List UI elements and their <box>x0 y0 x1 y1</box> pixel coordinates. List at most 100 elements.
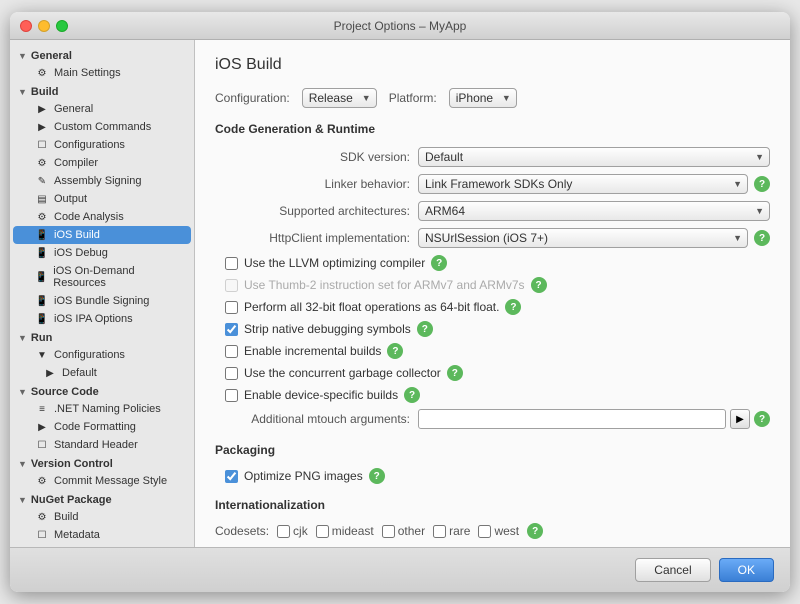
output-icon: ▤ <box>35 194 49 205</box>
code-gen-section-header: Code Generation & Runtime <box>215 122 770 139</box>
window-title: Project Options – MyApp <box>334 19 467 33</box>
sidebar-item-code-formatting[interactable]: ▶ Code Formatting <box>13 418 191 436</box>
checkbox-icon: ☐ <box>35 440 49 451</box>
float-checkbox[interactable] <box>225 301 238 314</box>
thumb-checkbox[interactable] <box>225 279 238 292</box>
mtouch-text-input[interactable] <box>418 409 726 429</box>
sidebar-item-custom-commands[interactable]: ▶ Custom Commands <box>13 118 191 136</box>
sidebar-group-nuget[interactable]: ▼ NuGet Package <box>10 490 194 508</box>
config-select[interactable]: Release <box>302 88 377 108</box>
mtouch-help-icon[interactable]: ? <box>754 411 770 427</box>
sidebar-item-nuget-metadata[interactable]: ☐ Metadata <box>13 526 191 544</box>
sidebar-item-standard-header[interactable]: ☐ Standard Header <box>13 436 191 454</box>
sidebar-group-run-label: Run <box>31 332 52 344</box>
sidebar-item-nuget-build[interactable]: ⚙ Build <box>13 508 191 526</box>
maximize-button[interactable] <box>56 20 68 32</box>
http-dropdown: NSUrlSession (iOS 7+) ▼ <box>418 228 748 248</box>
sidebar-item-assembly-signing[interactable]: ✎ Assembly Signing <box>13 172 191 190</box>
sidebar-group-general[interactable]: ▼ General <box>10 46 194 64</box>
sidebar-item-ios-ondemand[interactable]: 📱 iOS On-Demand Resources <box>13 262 191 292</box>
mtouch-play-button[interactable]: ▶ <box>730 409 750 429</box>
sidebar-item-ios-ipa[interactable]: 📱 iOS IPA Options <box>13 310 191 328</box>
png-help-icon[interactable]: ? <box>369 468 385 484</box>
mideast-checkbox[interactable] <box>316 525 329 538</box>
mtouch-input-wrap: ▶ ? <box>418 409 770 429</box>
llvm-help-icon[interactable]: ? <box>431 255 447 271</box>
png-checkbox[interactable] <box>225 470 238 483</box>
linker-select[interactable]: Link Framework SDKs Only <box>418 174 748 194</box>
gc-label: Use the concurrent garbage collector <box>244 366 441 380</box>
sidebar-group-source-code[interactable]: ▼ Source Code <box>10 382 194 400</box>
sidebar-group-version-control-label: Version Control <box>31 458 113 470</box>
sidebar-item-build-general[interactable]: ▶ General <box>13 100 191 118</box>
llvm-checkbox[interactable] <box>225 257 238 270</box>
strip-help-icon[interactable]: ? <box>417 321 433 337</box>
strip-checkbox[interactable] <box>225 323 238 336</box>
arrow-down-icon: ▼ <box>35 350 49 361</box>
arch-row: Supported architectures: ARM64 ▼ <box>215 201 770 221</box>
platform-select[interactable]: iPhone <box>449 88 517 108</box>
west-checkbox[interactable] <box>478 525 491 538</box>
cancel-button[interactable]: Cancel <box>635 558 710 582</box>
rare-checkbox[interactable] <box>433 525 446 538</box>
main-panel: iOS Build Configuration: Release ▼ Platf… <box>195 40 790 547</box>
sdk-dropdown: Default ▼ <box>418 147 770 167</box>
i18n-help-icon[interactable]: ? <box>527 523 543 539</box>
sidebar-item-net-naming[interactable]: ≡ .NET Naming Policies <box>13 400 191 418</box>
thumb-help-icon[interactable]: ? <box>531 277 547 293</box>
phone-icon: 📱 <box>35 296 49 307</box>
float-label: Perform all 32-bit float operations as 6… <box>244 300 499 314</box>
llvm-label: Use the LLVM optimizing compiler <box>244 256 425 270</box>
gc-checkbox[interactable] <box>225 367 238 380</box>
sidebar-group-version-control[interactable]: ▼ Version Control <box>10 454 194 472</box>
gear-icon: ⚙ <box>35 512 49 523</box>
sidebar-item-ios-debug[interactable]: 📱 iOS Debug <box>13 244 191 262</box>
linker-help-icon[interactable]: ? <box>754 176 770 192</box>
mtouch-row: Additional mtouch arguments: ▶ ? <box>215 409 770 429</box>
sdk-select[interactable]: Default <box>418 147 770 167</box>
sidebar-item-output[interactable]: ▤ Output <box>13 190 191 208</box>
float-help-icon[interactable]: ? <box>505 299 521 315</box>
incremental-help-icon[interactable]: ? <box>387 343 403 359</box>
arch-select[interactable]: ARM64 <box>418 201 770 221</box>
incremental-checkbox[interactable] <box>225 345 238 358</box>
sidebar-item-configurations[interactable]: ☐ Configurations <box>13 136 191 154</box>
http-help-icon[interactable]: ? <box>754 230 770 246</box>
sidebar-group-build[interactable]: ▼ Build <box>10 82 194 100</box>
sidebar-item-ios-build[interactable]: 📱 iOS Build <box>13 226 191 244</box>
i18n-section-header: Internationalization <box>215 498 770 515</box>
sidebar-group-general-label: General <box>31 50 72 62</box>
sidebar-item-run-configurations[interactable]: ▼ Configurations <box>13 346 191 364</box>
ok-button[interactable]: OK <box>719 558 774 582</box>
arch-label: Supported architectures: <box>215 204 410 218</box>
close-button[interactable] <box>20 20 32 32</box>
gc-help-icon[interactable]: ? <box>447 365 463 381</box>
sidebar-item-compiler[interactable]: ⚙ Compiler <box>13 154 191 172</box>
http-select[interactable]: NSUrlSession (iOS 7+) <box>418 228 748 248</box>
device-checkbox[interactable] <box>225 389 238 402</box>
sidebar-item-run-default[interactable]: ▶ Default <box>13 364 191 382</box>
thumb-row: Use Thumb-2 instruction set for ARMv7 an… <box>215 277 770 293</box>
play-icon: ▶ <box>43 368 57 379</box>
codeset-west: west <box>478 524 519 538</box>
minimize-button[interactable] <box>38 20 50 32</box>
arrow-icon: ▼ <box>18 387 27 397</box>
sidebar-item-ios-bundle-signing[interactable]: 📱 iOS Bundle Signing <box>13 292 191 310</box>
config-row: Configuration: Release ▼ Platform: iPhon… <box>215 88 770 108</box>
phone-icon: 📱 <box>35 230 49 241</box>
other-checkbox[interactable] <box>382 525 395 538</box>
device-help-icon[interactable]: ? <box>404 387 420 403</box>
http-row: HttpClient implementation: NSUrlSession … <box>215 228 770 248</box>
sidebar-item-main-settings[interactable]: ⚙ Main Settings <box>13 64 191 82</box>
sidebar-group-run[interactable]: ▼ Run <box>10 328 194 346</box>
strip-row: Strip native debugging symbols ? <box>215 321 770 337</box>
png-row: Optimize PNG images ? <box>215 468 770 484</box>
sidebar-item-commit-message[interactable]: ⚙ Commit Message Style <box>13 472 191 490</box>
platform-select-wrap: iPhone ▼ <box>449 88 517 108</box>
llvm-row: Use the LLVM optimizing compiler ? <box>215 255 770 271</box>
cjk-checkbox[interactable] <box>277 525 290 538</box>
sign-icon: ✎ <box>35 176 49 187</box>
sidebar-item-code-analysis[interactable]: ⚙ Code Analysis <box>13 208 191 226</box>
incremental-label: Enable incremental builds <box>244 344 381 358</box>
linker-value: Link Framework SDKs Only ▼ ? <box>418 174 770 194</box>
